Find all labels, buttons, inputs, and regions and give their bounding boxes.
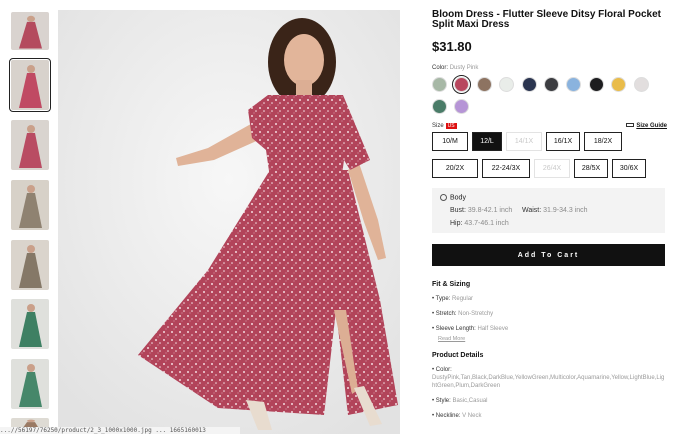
size-guide-link[interactable]: Size Guide: [626, 123, 667, 129]
size-header: Size US Size Guide: [432, 123, 667, 129]
details-neckline: • Neckline: V Neck: [432, 413, 482, 420]
size-options: 10/M 12/L 14/1X 16/1X 18/2X 20/2X 22-24/3X 26/4…: [432, 132, 672, 186]
body-title: Body: [450, 194, 466, 202]
main-product-image[interactable]: [58, 10, 400, 434]
size-option-10[interactable]: 30/6X: [612, 159, 646, 178]
fit-sizing-section: Fit & Sizing • Type: Regular • Stretch: …: [432, 281, 667, 342]
color-swatch-2[interactable]: [451, 74, 472, 95]
color-swatch-1[interactable]: [432, 77, 447, 92]
bust-value: 39.8-42.1 inch: [467, 207, 513, 215]
color-swatches: [432, 74, 667, 121]
size-option-8[interactable]: 26/4X: [534, 159, 570, 178]
hip-label: Hip:: [450, 220, 463, 228]
size-region-badge[interactable]: US: [445, 123, 457, 129]
thumbnail-6[interactable]: [11, 299, 49, 349]
add-to-cart-button[interactable]: Add To Cart: [432, 244, 665, 267]
thumbnail-5[interactable]: [11, 240, 49, 290]
size-option-7[interactable]: 22-24/3X: [482, 159, 530, 178]
color-label-row: Color: Dusty Pink: [432, 65, 667, 71]
color-swatch-9[interactable]: [611, 77, 627, 92]
neckline-value: V Neck: [462, 413, 482, 420]
fit-stretch: • Stretch: Non-Stretchy: [432, 311, 494, 318]
style-value: Basic,Casual: [452, 398, 488, 405]
color-swatch-12[interactable]: [454, 99, 470, 114]
size-label: Size: [432, 123, 444, 129]
product-details-section: Product Details • Color: DustyPink,Tan,Bl…: [432, 352, 667, 420]
color-swatch-4[interactable]: [499, 77, 515, 92]
sleeve-value: Half Sleeve: [477, 326, 509, 333]
sleeve-label: Sleeve Length:: [435, 326, 476, 333]
color-swatch-6[interactable]: [543, 77, 559, 92]
hip-value: 43.7-46.1 inch: [464, 220, 509, 228]
color-swatch-11[interactable]: [432, 99, 447, 114]
size-guide-label: Size Guide: [636, 123, 667, 129]
details-style: • Style: Basic,Casual: [432, 398, 488, 405]
details-color-value: DustyPink,Tan,Black,DarkBlue,YellowGreen…: [432, 375, 665, 390]
size-option-2[interactable]: 12/L: [472, 132, 502, 151]
product-details-title: Product Details: [432, 352, 484, 360]
thumbnail-2[interactable]: [9, 58, 51, 112]
color-value: Dusty Pink: [449, 65, 479, 71]
size-option-1[interactable]: 10/M: [432, 132, 468, 151]
thumbnail-4[interactable]: [11, 180, 49, 230]
product-title: Bloom Dress - Flutter Sleeve Ditsy Flora…: [432, 9, 661, 30]
fit-type: • Type: Regular: [432, 296, 474, 303]
details-color-label: Color:: [435, 367, 452, 374]
color-label: Color:: [432, 65, 449, 71]
details-color: • Color: DustyPink,Tan,Black,DarkBlue,Yel…: [432, 367, 665, 390]
body-heading: Body: [440, 194, 657, 201]
fit-sizing-title: Fit & Sizing: [432, 281, 471, 289]
product-info-panel: Bloom Dress - Flutter Sleeve Ditsy Flora…: [432, 10, 667, 420]
size-option-9[interactable]: 28/5X: [574, 159, 608, 178]
thumbnail-1[interactable]: [11, 12, 49, 50]
neckline-label: Neckline:: [435, 413, 461, 420]
hip-row: Hip: 43.7-46.1 inch: [450, 220, 657, 227]
size-option-6[interactable]: 20/2X: [432, 159, 478, 178]
fit-sleeve: • Sleeve Length: Half Sleeve: [432, 326, 509, 333]
style-label: Style:: [435, 398, 451, 405]
ruler-icon: [626, 123, 635, 128]
size-option-4[interactable]: 16/1X: [546, 132, 580, 151]
stretch-label: Stretch:: [435, 311, 457, 318]
color-swatch-8[interactable]: [588, 77, 604, 92]
bust-waist-row: Bust: 39.8-42.1 inch Waist: 31.9-34.3 in…: [450, 207, 657, 214]
waist-label: Waist:: [522, 207, 542, 215]
waist-value: 31.9-34.3 inch: [543, 207, 588, 215]
body-icon: [440, 194, 447, 201]
size-option-3[interactable]: 14/1X: [506, 132, 542, 151]
thumbnail-3[interactable]: [11, 120, 49, 170]
color-swatch-5[interactable]: [521, 77, 537, 92]
product-price: $31.80: [432, 39, 472, 54]
image-url-strip: ...//56197/76250/product/2_3_1000x1000.j…: [0, 427, 240, 434]
stretch-value: Non-Stretchy: [458, 311, 494, 318]
color-swatch-3[interactable]: [476, 77, 492, 92]
read-more-link[interactable]: Read More: [438, 336, 667, 342]
color-swatch-7[interactable]: [566, 77, 582, 92]
thumbnail-7[interactable]: [11, 359, 49, 409]
color-swatch-10[interactable]: [633, 77, 649, 92]
body-measurements: Body Bust: 39.8-42.1 inch Waist: 31.9-34…: [432, 188, 665, 234]
type-label: Type:: [435, 296, 451, 303]
thumbnail-column: ⌃: [0, 0, 58, 434]
size-option-5[interactable]: 18/2X: [584, 132, 622, 151]
type-value: Regular: [452, 296, 474, 303]
bust-label: Bust:: [450, 207, 466, 215]
